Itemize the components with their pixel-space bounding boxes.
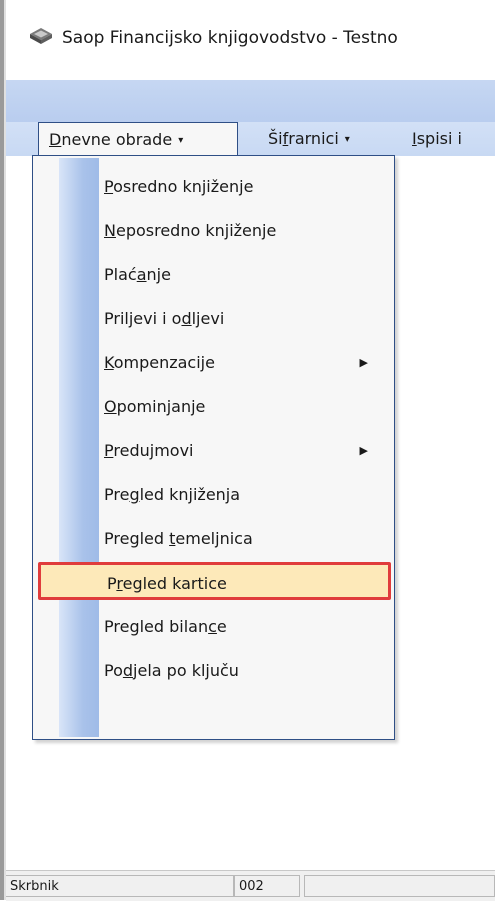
menu-item-pregled-knjizenja[interactable]: Pregled knjiženja (35, 476, 390, 514)
chevron-down-icon: ▾ (178, 135, 184, 146)
menu-title-text: Ispisi i (412, 129, 462, 148)
status-empty-panel (304, 875, 495, 897)
chevron-down-icon: ▾ (344, 134, 350, 145)
menu-sifrarnici[interactable]: Šifrarnici ▾ (268, 122, 350, 155)
submenu-arrow-icon: ▶ (359, 356, 368, 369)
menu-item-placanje[interactable]: Plaćanje (35, 256, 390, 294)
menu-item-kompenzacije[interactable]: Kompenzacije ▶ (35, 344, 390, 382)
menu-item-pregled-kartice[interactable]: Pregled kartice (38, 562, 391, 600)
menu-title-text: Šifrarnici (268, 129, 339, 148)
menu-dnevne-obrade[interactable]: Dnevne obrade ▾ (38, 122, 238, 156)
saop-app-icon (30, 28, 52, 44)
menu-item-podjela-po-kljucu[interactable]: Podjela po ključu (35, 652, 390, 690)
status-bar: Skrbnik 002 (6, 870, 495, 901)
menu-item-predujmovi[interactable]: Predujmovi ▶ (35, 432, 390, 470)
menu-item-priljevi-i-odljevi[interactable]: Priljevi i odljevi (35, 300, 390, 338)
title-bar: Saop Financijsko knjigovodstvo - Testno (6, 0, 495, 80)
ribbon-band (6, 80, 495, 122)
menu-bar: Dnevne obrade ▾ Šifrarnici ▾ Ispisi i (6, 122, 495, 156)
menu-item-neposredno-knjizenje[interactable]: Neposredno knjiženje (35, 212, 390, 250)
dnevne-obrade-dropdown: Posredno knjiženje Neposredno knjiženje … (32, 155, 395, 740)
menu-item-opominjanje[interactable]: Opominjanje (35, 388, 390, 426)
menu-item-posredno-knjizenje[interactable]: Posredno knjiženje (35, 168, 390, 206)
menu-title-text: Dnevne obrade (49, 130, 173, 149)
menu-ispisi[interactable]: Ispisi i (412, 122, 462, 155)
submenu-arrow-icon: ▶ (359, 444, 368, 457)
status-code: 002 (234, 875, 300, 897)
status-user: Skrbnik (6, 875, 234, 897)
menu-item-pregled-bilance[interactable]: Pregled bilance (35, 608, 390, 646)
menu-item-pregled-temeljnica[interactable]: Pregled temeljnica (35, 520, 390, 558)
window-title: Saop Financijsko knjigovodstvo - Testno (62, 28, 398, 48)
